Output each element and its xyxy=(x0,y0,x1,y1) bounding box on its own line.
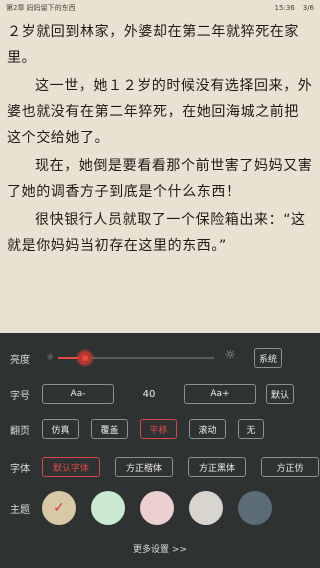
page-indicator: 3/6 xyxy=(302,4,314,12)
font-row: 字体 默认字体 方正楷体 方正黑体 方正仿 xyxy=(10,457,320,477)
font-decrease-button[interactable]: Aa- xyxy=(42,384,114,404)
page-turn-row: 翻页 仿真 覆盖 平移 滚动 无 xyxy=(10,419,312,439)
brightness-label: 亮度 xyxy=(10,354,30,366)
check-icon: ✓ xyxy=(53,500,65,516)
font-size-value: 40 xyxy=(142,388,156,400)
reading-content[interactable]: ２岁就回到林家，外婆却在第二年就猝死在家里。 这一世，她１２岁的时候没有选择回来… xyxy=(7,19,313,261)
brightness-slider[interactable]: ☼ ☼ xyxy=(46,348,236,368)
font-option-heiti[interactable]: 方正黑体 xyxy=(188,457,246,477)
page-turn-option-cover[interactable]: 覆盖 xyxy=(91,419,128,439)
reader-settings-panel: 亮度 ☼ ☼ 系统 字号 Aa- 40 Aa+ 默认 翻页 仿真 覆盖 平移 滚… xyxy=(0,333,320,568)
font-option-kaiti[interactable]: 方正楷体 xyxy=(115,457,173,477)
font-size-label: 字号 xyxy=(10,390,30,402)
status-right: 15:36 3/6 xyxy=(275,4,314,12)
slider-thumb[interactable] xyxy=(77,351,92,365)
paragraph: 现在，她倒是要看看那个前世害了妈妈又害了她的调香方子到底是个什么东西！ xyxy=(7,158,313,200)
theme-color-pink[interactable] xyxy=(140,491,174,525)
theme-color-green[interactable] xyxy=(91,491,125,525)
font-option-fangzheng[interactable]: 方正仿 xyxy=(261,457,319,477)
sun-small-icon: ☼ xyxy=(46,353,55,363)
font-label: 字体 xyxy=(10,463,30,475)
page-turn-option-scroll[interactable]: 滚动 xyxy=(189,419,226,439)
more-settings-link[interactable]: 更多设置 >> xyxy=(0,542,320,555)
sun-large-icon: ☼ xyxy=(224,348,236,363)
theme-color-sepia[interactable]: ✓ xyxy=(42,491,76,525)
paragraph: 很快银行人员就取了一个保险箱出来：“这就是你妈妈当初存在这里的东西。” xyxy=(7,212,306,254)
font-increase-button[interactable]: Aa+ xyxy=(184,384,256,404)
theme-color-gray[interactable] xyxy=(189,491,223,525)
clock: 15:36 xyxy=(274,4,295,12)
chapter-title: 第2章 妈妈留下的东西 xyxy=(6,4,76,12)
font-size-row: 字号 Aa- 40 Aa+ 默认 xyxy=(10,384,312,404)
paragraph: ２岁就回到林家，外婆却在第二年就猝死在家里。 xyxy=(7,24,299,66)
theme-label: 主题 xyxy=(10,504,30,516)
status-bar: 第2章 妈妈留下的东西 15:36 3/6 xyxy=(0,0,320,16)
system-brightness-button[interactable]: 系统 xyxy=(254,348,282,368)
brightness-row: 亮度 ☼ ☼ 系统 xyxy=(10,348,312,368)
theme-row: 主题 ✓ xyxy=(10,491,312,525)
page-turn-label: 翻页 xyxy=(10,425,30,437)
paragraph: 这一世，她１２岁的时候没有选择回来，外婆也就没有在第二年猝死，在她回海城之前把这… xyxy=(7,78,313,146)
page-turn-option-simulate[interactable]: 仿真 xyxy=(42,419,79,439)
page-turn-option-none[interactable]: 无 xyxy=(238,419,264,439)
page-turn-option-slide[interactable]: 平移 xyxy=(140,419,177,439)
font-option-default[interactable]: 默认字体 xyxy=(42,457,100,477)
default-font-size-button[interactable]: 默认 xyxy=(266,384,294,404)
reader-page: 第2章 妈妈留下的东西 15:36 3/6 ２岁就回到林家，外婆却在第二年就猝死… xyxy=(0,0,320,568)
theme-color-dark[interactable] xyxy=(238,491,272,525)
